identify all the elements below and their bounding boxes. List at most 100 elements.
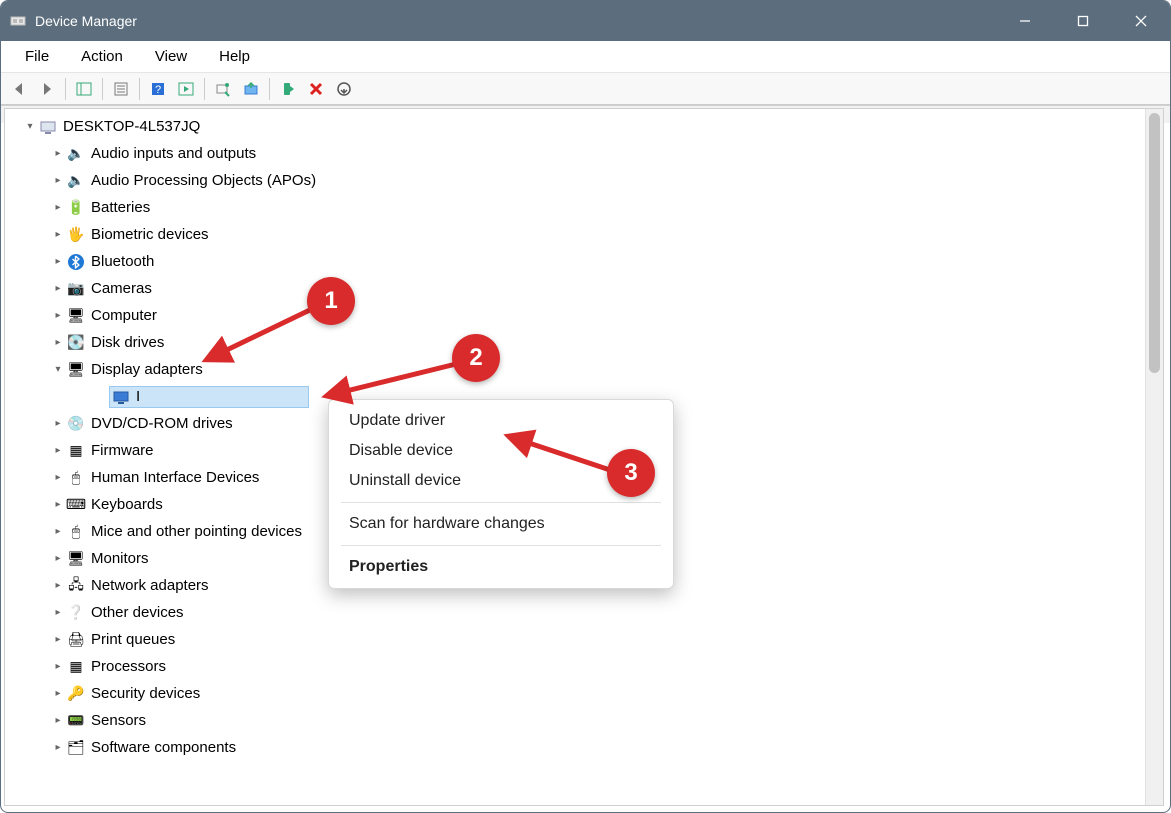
bluetooth-icon (67, 253, 85, 271)
category-node[interactable]: ▸▦Processors (5, 653, 1163, 680)
scan-hardware-button[interactable] (209, 76, 237, 102)
selected-device[interactable]: I (109, 386, 309, 408)
category-node[interactable]: ▸🖐Biometric devices (5, 221, 1163, 248)
category-node[interactable]: ▸ Bluetooth (5, 248, 1163, 275)
forward-button[interactable] (33, 76, 61, 102)
category-label: Security devices (91, 685, 200, 702)
chevron-right-icon[interactable]: ▸ (51, 309, 65, 323)
maximize-button[interactable] (1054, 1, 1112, 41)
category-label: Audio Processing Objects (APOs) (91, 172, 316, 189)
menubar: File Action View Help (1, 41, 1170, 73)
chevron-right-icon[interactable]: ▸ (51, 282, 65, 296)
other-icon: ❔ (67, 604, 85, 622)
battery-icon: 🔋 (67, 199, 85, 217)
category-node[interactable]: ▸❔ Other devices (5, 599, 1163, 626)
chevron-right-icon[interactable]: ▸ (51, 336, 65, 350)
category-node[interactable]: ▸🔈Audio Processing Objects (APOs) (5, 167, 1163, 194)
category-label: DVD/CD-ROM drives (91, 415, 233, 432)
display-icon: 🖥 (67, 361, 85, 379)
category-node[interactable]: ▸🗂Software components (5, 734, 1163, 761)
category-label: Monitors (91, 550, 149, 567)
chevron-right-icon[interactable]: ▸ (51, 606, 65, 620)
category-label: Cameras (91, 280, 152, 297)
titlebar: Device Manager (1, 1, 1170, 41)
printer-icon: 🖨 (67, 631, 85, 649)
menu-file[interactable]: File (9, 44, 65, 69)
disk-icon: 💽 (67, 334, 85, 352)
ctx-properties[interactable]: Properties (329, 552, 673, 582)
root-label: DESKTOP-4L537JQ (63, 118, 200, 135)
category-node[interactable]: ▸💽 Disk drives (5, 329, 1163, 356)
menu-view[interactable]: View (139, 44, 203, 69)
category-label: Other devices (91, 604, 184, 621)
uninstall-device-button[interactable] (302, 76, 330, 102)
chevron-right-icon[interactable]: ▸ (51, 201, 65, 215)
fingerprint-icon: 🖐 (67, 226, 85, 244)
category-label: Computer (91, 307, 157, 324)
chevron-right-icon[interactable]: ▸ (51, 174, 65, 188)
marker-1: 1 (307, 277, 355, 325)
menu-action[interactable]: Action (65, 44, 139, 69)
minimize-button[interactable] (996, 1, 1054, 41)
chevron-right-icon[interactable]: ▸ (51, 579, 65, 593)
chevron-right-icon[interactable]: ▸ (51, 417, 65, 431)
category-node[interactable]: ▸📟Sensors (5, 707, 1163, 734)
category-label: Network adapters (91, 577, 209, 594)
category-label: Audio inputs and outputs (91, 145, 256, 162)
chevron-right-icon[interactable]: ▸ (51, 444, 65, 458)
chevron-right-icon[interactable]: ▸ (51, 714, 65, 728)
disable-device-button[interactable] (330, 76, 358, 102)
category-label: Mice and other pointing devices (91, 523, 302, 540)
close-button[interactable] (1112, 1, 1170, 41)
category-label: Display adapters (91, 361, 203, 378)
category-label: Bluetooth (91, 253, 154, 270)
category-node[interactable]: ▸🖨Print queues (5, 626, 1163, 653)
arrow-1 (196, 302, 326, 370)
svg-text:?: ? (155, 84, 161, 96)
category-node[interactable]: ▸🔈 Audio inputs and outputs (5, 140, 1163, 167)
category-node[interactable]: ▸🔋 Batteries (5, 194, 1163, 221)
chevron-right-icon[interactable]: ▸ (51, 525, 65, 539)
root-node[interactable]: ▾ DESKTOP-4L537JQ (5, 113, 1163, 140)
category-label: Software components (91, 739, 236, 756)
category-label: Batteries (91, 199, 150, 216)
monitor-icon: 🖥 (67, 307, 85, 325)
chevron-right-icon[interactable]: ▸ (51, 471, 65, 485)
chevron-right-icon[interactable]: ▸ (51, 660, 65, 674)
properties-button[interactable] (107, 76, 135, 102)
ctx-scan[interactable]: Scan for hardware changes (329, 509, 673, 539)
back-button[interactable] (5, 76, 33, 102)
category-label: Firmware (91, 442, 154, 459)
chevron-down-icon[interactable]: ▾ (51, 363, 65, 377)
category-node[interactable]: ▾🖥 Display adapters (5, 356, 1163, 383)
enable-device-button[interactable] (274, 76, 302, 102)
chevron-right-icon[interactable]: ▸ (51, 147, 65, 161)
speaker-icon: 🔈 (67, 145, 85, 163)
action-pane-button[interactable] (172, 76, 200, 102)
chevron-right-icon[interactable]: ▸ (51, 552, 65, 566)
show-hide-console-tree-button[interactable] (70, 76, 98, 102)
menu-help[interactable]: Help (203, 44, 266, 69)
vertical-scrollbar[interactable] (1145, 109, 1163, 805)
category-label: Processors (91, 658, 166, 675)
chevron-right-icon[interactable]: ▸ (51, 687, 65, 701)
chevron-down-icon[interactable]: ▾ (23, 120, 37, 134)
ctx-divider (341, 502, 661, 503)
chevron-right-icon[interactable]: ▸ (51, 498, 65, 512)
help-button[interactable]: ? (144, 76, 172, 102)
chevron-right-icon[interactable]: ▸ (51, 228, 65, 242)
update-driver-button[interactable] (237, 76, 265, 102)
ctx-divider (341, 545, 661, 546)
sensor-icon: 📟 (67, 712, 85, 730)
category-node[interactable]: ▸📷Cameras (5, 275, 1163, 302)
category-node[interactable]: ▸🔑Security devices (5, 680, 1163, 707)
marker-2: 2 (452, 334, 500, 382)
chevron-right-icon[interactable]: ▸ (51, 741, 65, 755)
toolbar: ? (1, 73, 1170, 105)
chevron-right-icon[interactable]: ▸ (51, 633, 65, 647)
category-node[interactable]: ▸🖥 Computer (5, 302, 1163, 329)
category-label: Human Interface Devices (91, 469, 259, 486)
mouse-icon: 🖱 (67, 523, 85, 541)
chevron-right-icon[interactable]: ▸ (51, 255, 65, 269)
category-label: Disk drives (91, 334, 164, 351)
